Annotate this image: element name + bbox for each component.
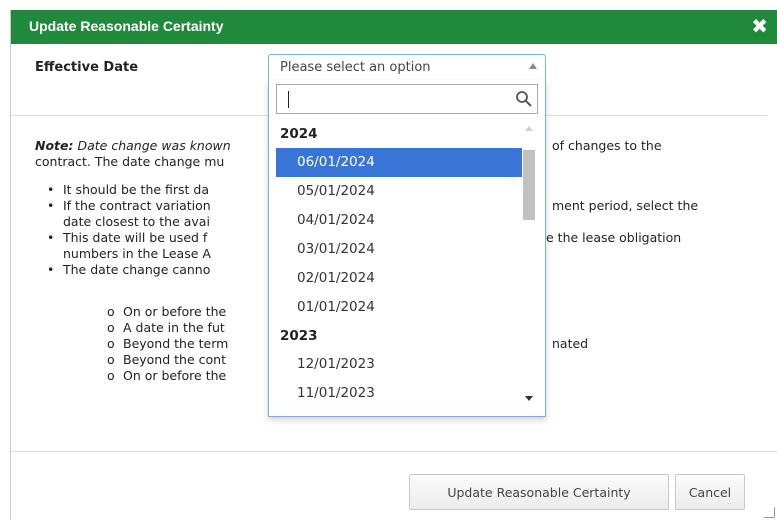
option-item[interactable]: 06/01/2024 bbox=[276, 148, 522, 177]
sub-bullet-text: On or before the bbox=[123, 304, 227, 319]
bullet-text: If the contract variation bbox=[63, 198, 211, 213]
bullet-text-right: e the lease obligation bbox=[546, 230, 682, 245]
update-reasonable-certainty-button[interactable]: Update Reasonable Certainty bbox=[409, 474, 669, 510]
bullet-text-right: ment period, select the bbox=[552, 198, 699, 213]
cancel-button[interactable]: Cancel bbox=[675, 474, 745, 510]
option-item[interactable]: 02/01/2024 bbox=[276, 264, 522, 293]
option-item[interactable]: 01/01/2024 bbox=[276, 293, 522, 322]
options-list: 2024 06/01/2024 05/01/2024 04/01/2024 03… bbox=[276, 120, 522, 412]
dialog-title: Update Reasonable Certainty bbox=[29, 18, 224, 34]
search-input[interactable] bbox=[282, 88, 506, 112]
close-icon[interactable]: ✖ bbox=[751, 14, 768, 38]
option-item[interactable]: 11/01/2023 bbox=[276, 379, 522, 408]
option-item[interactable]: 04/01/2024 bbox=[276, 206, 522, 235]
select-search bbox=[276, 84, 538, 114]
text-caret bbox=[288, 91, 289, 108]
note-label: Note: bbox=[35, 138, 74, 153]
option-item[interactable]: 12/01/2023 bbox=[276, 350, 522, 379]
bullet-text: It should be the first da bbox=[63, 182, 210, 197]
options-scrollbar[interactable] bbox=[522, 122, 536, 410]
option-item[interactable]: 05/01/2024 bbox=[276, 177, 522, 206]
option-group-label: 2024 bbox=[280, 126, 318, 142]
sub-bullet-text: A date in the fut bbox=[123, 320, 225, 335]
sub-bullet-text: Beyond the term bbox=[123, 336, 229, 351]
resize-grip-icon[interactable] bbox=[764, 507, 775, 518]
search-icon bbox=[516, 91, 532, 107]
option-group-label: 2023 bbox=[280, 328, 318, 344]
note-intro-text-right: of changes to the bbox=[552, 138, 662, 153]
sub-bullet-text: Beyond the cont bbox=[123, 352, 226, 367]
option-item[interactable]: 03/01/2024 bbox=[276, 235, 522, 264]
divider bbox=[11, 451, 777, 452]
note-intro-text: Date change was known bbox=[77, 138, 231, 153]
select-dropdown: 2024 06/01/2024 05/01/2024 04/01/2024 03… bbox=[268, 80, 546, 417]
scroll-up-icon[interactable] bbox=[525, 126, 533, 131]
bullet-text: This date will be used f bbox=[63, 230, 208, 245]
sub-bullet-text-right: nated bbox=[552, 336, 589, 351]
scrollbar-thumb[interactable] bbox=[523, 150, 535, 220]
effective-date-select[interactable]: Please select an option bbox=[268, 54, 546, 80]
bullet-text: date closest to the avai bbox=[63, 214, 210, 229]
chevron-up-icon bbox=[529, 63, 537, 69]
note-intro-line2: contract. The date change mu bbox=[35, 154, 225, 169]
sub-bullet-text: On or before the bbox=[123, 368, 227, 383]
select-value: Please select an option bbox=[280, 60, 431, 75]
bullet-text: The date change canno bbox=[63, 262, 211, 277]
bullet-text: numbers in the Lease A bbox=[63, 246, 211, 261]
scroll-down-icon[interactable] bbox=[525, 396, 533, 401]
effective-date-label: Effective Date bbox=[35, 60, 139, 75]
dialog-titlebar: Update Reasonable Certainty ✖ bbox=[11, 10, 777, 44]
